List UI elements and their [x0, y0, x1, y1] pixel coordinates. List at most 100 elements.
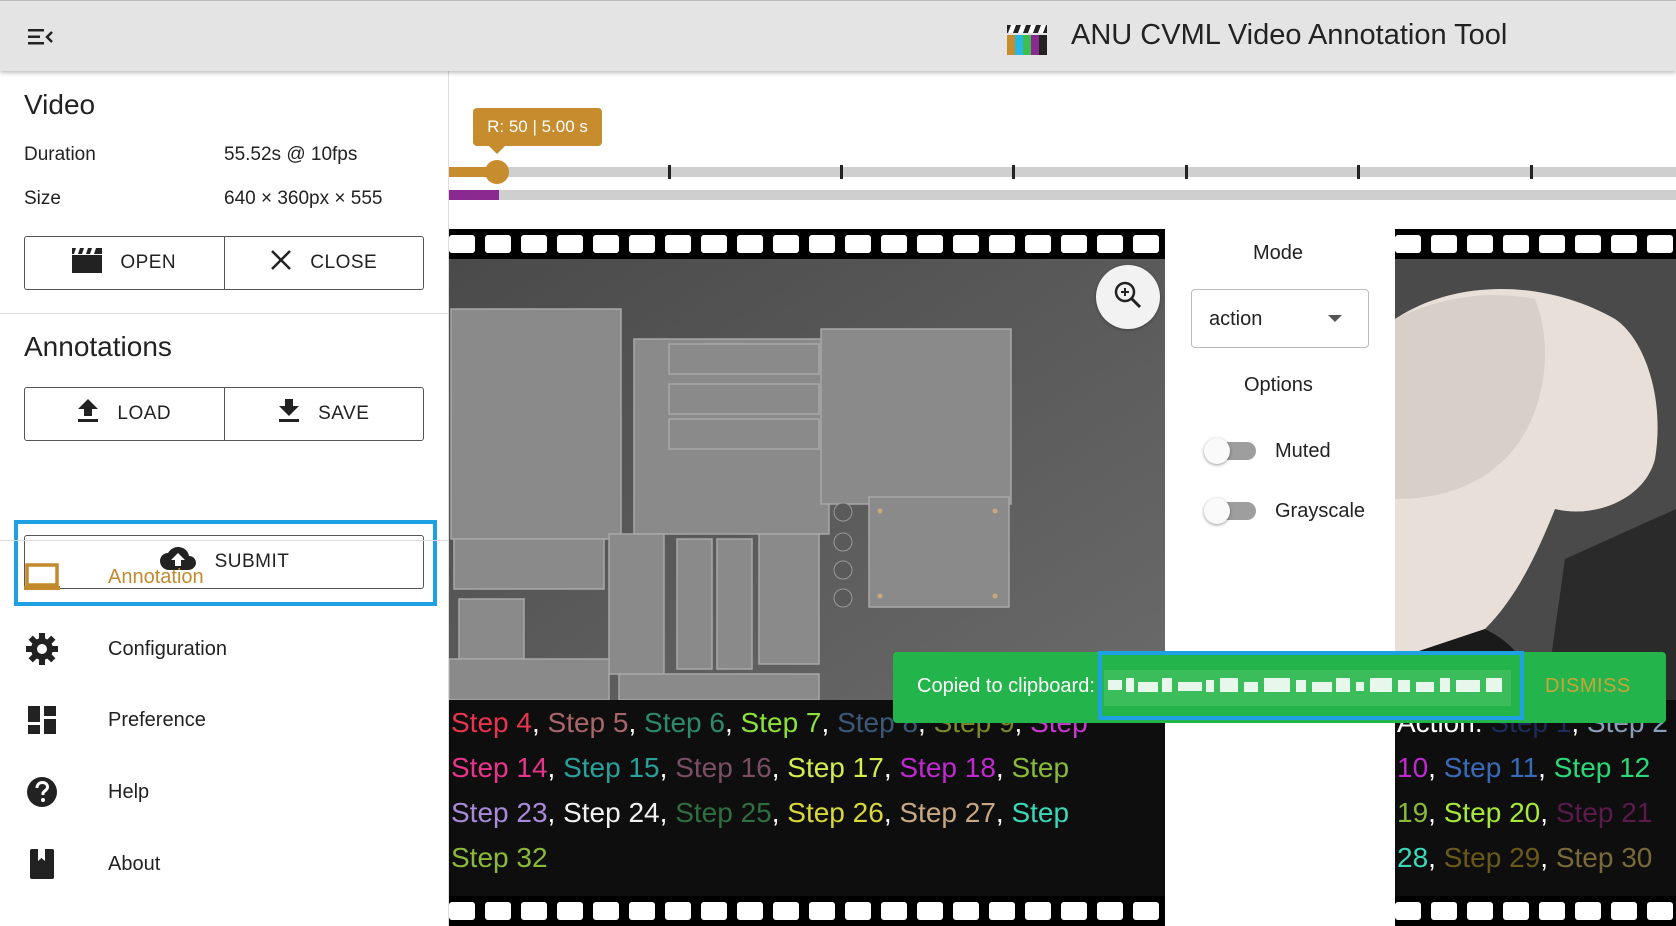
snackbar-message: Copied to clipboard:: [917, 675, 1095, 697]
sprocket-hole: [737, 902, 763, 920]
video-frame-image: [1395, 259, 1676, 700]
annotation-line: 19, Step 20, Step 21: [1397, 790, 1676, 835]
sprocket-hole: [1133, 902, 1159, 920]
timeline-tick: [1357, 165, 1360, 179]
clipboard-highlight-box: [1098, 651, 1524, 720]
sprocket-hole: [1097, 902, 1123, 920]
annotation-segment: Step 21: [1555, 797, 1653, 828]
annotation-line: Step 23, Step 24, Step 25, Step 26, Step…: [451, 790, 1165, 835]
sprocket-hole: [845, 902, 871, 920]
timeline-slider-thumb[interactable]: [485, 160, 509, 184]
toggle-knob: [1204, 438, 1230, 464]
menu-collapse-icon[interactable]: [24, 23, 56, 51]
annotation-progress-fill: [449, 190, 499, 200]
muted-toggle[interactable]: [1204, 436, 1256, 464]
sprocket-hole: [1503, 235, 1529, 253]
save-label: SAVE: [318, 403, 370, 424]
nav-item-about[interactable]: About: [0, 832, 449, 896]
sprocket-hole: [809, 235, 835, 253]
nav-item-preference[interactable]: Preference: [0, 688, 449, 752]
sprocket-hole: [1395, 235, 1421, 253]
close-button[interactable]: CLOSE: [223, 237, 424, 289]
annotation-segment: Step 17: [787, 752, 884, 783]
timeline-track[interactable]: [449, 167, 1676, 177]
annotation-segment: ,: [1540, 797, 1556, 828]
sprocket-hole: [773, 235, 799, 253]
toggle-knob: [1204, 498, 1230, 524]
sprocket-hole: [1061, 902, 1087, 920]
load-button[interactable]: LOAD: [25, 388, 224, 440]
sprocket-hole: [1431, 235, 1457, 253]
annotation-steps-text: Step 4, Step 5, Step 6, Step 7, Step 8, …: [449, 700, 1165, 896]
video-button-group: OPEN CLOSE: [24, 236, 424, 290]
annotation-line: 28, Step 29, Step 30: [1397, 835, 1676, 880]
sprocket-hole: [953, 902, 979, 920]
annotation-line: Step 32: [451, 835, 1165, 880]
sprocket-hole: [665, 235, 691, 253]
close-label: CLOSE: [310, 252, 378, 273]
upload-icon: [77, 399, 99, 429]
annotation-segment: ,: [628, 707, 645, 738]
close-icon: [270, 249, 292, 277]
annotation-segment: ,: [771, 797, 788, 828]
sprocket-hole: [557, 902, 583, 920]
annotation-segment: Step 12: [1553, 752, 1651, 783]
annotation-line: 10, Step 11, Step 12: [1397, 745, 1676, 790]
sprocket-hole: [737, 235, 763, 253]
sprocket-hole: [1025, 235, 1051, 253]
annotation-segment: ,: [1540, 842, 1556, 873]
sprocket-hole: [1647, 902, 1673, 920]
duration-label: Duration: [24, 144, 96, 165]
left-video-frame: Step 4, Step 5, Step 6, Step 7, Step 8, …: [449, 229, 1165, 926]
annotation-segment: ,: [771, 752, 788, 783]
clapperboard-logo-icon: [1007, 23, 1047, 55]
duration-value: 55.52s @ 10fps: [224, 144, 358, 165]
timeline-tick: [840, 165, 843, 179]
annotation-segment: Step 5: [547, 707, 629, 738]
annotation-segment: Step 30: [1555, 842, 1653, 873]
timeline-tick: [1012, 165, 1015, 179]
zoom-in-button[interactable]: [1096, 265, 1160, 329]
sprocket-hole: [701, 235, 727, 253]
nav-item-annotation[interactable]: Annotation: [0, 545, 449, 609]
annotations-button-group: LOAD SAVE: [24, 387, 424, 441]
size-label: Size: [24, 188, 61, 209]
annotation-segment: ,: [1428, 752, 1444, 783]
nav-item-help[interactable]: Help: [0, 760, 449, 824]
film-sprockets-top: [449, 229, 1165, 259]
timeline-tick: [1530, 165, 1533, 179]
sprocket-hole: [449, 902, 475, 920]
sprocket-hole: [773, 902, 799, 920]
annotation-segment: Step 7: [740, 707, 822, 738]
save-button[interactable]: SAVE: [223, 388, 424, 440]
app-bar: ANU CVML Video Annotation Tool: [0, 0, 1676, 71]
annotation-segment: ,: [659, 752, 676, 783]
annotation-segment: ,: [531, 707, 548, 738]
nav-item-configuration[interactable]: Configuration: [0, 617, 449, 681]
annotation-segment: Step 32: [451, 842, 548, 873]
sidebar: Video Duration 55.52s @ 10fps Size 640 ×…: [0, 71, 449, 926]
sprocket-hole: [809, 902, 835, 920]
annotation-segment: Step 15: [563, 752, 660, 783]
sprocket-hole: [1025, 902, 1051, 920]
mode-select[interactable]: action: [1191, 289, 1369, 348]
dismiss-button[interactable]: DISMISS: [1545, 675, 1631, 698]
options-label: Options: [1244, 374, 1313, 396]
sprocket-hole: [1575, 235, 1601, 253]
annotation-progress-track: [449, 190, 1676, 200]
video-frame-image: [449, 259, 1165, 701]
sprocket-hole: [629, 235, 655, 253]
annotation-segment: 19: [1397, 797, 1429, 828]
grayscale-toggle[interactable]: [1204, 496, 1256, 524]
sprocket-hole: [485, 235, 511, 253]
annotations-section-title: Annotations: [24, 331, 172, 362]
sprocket-hole: [521, 235, 547, 253]
app-title: ANU CVML Video Annotation Tool: [1071, 19, 1508, 51]
sprocket-hole: [665, 902, 691, 920]
annotation-segment: ,: [1428, 842, 1444, 873]
sprocket-hole: [593, 902, 619, 920]
open-button[interactable]: OPEN: [25, 237, 224, 289]
divider: [0, 313, 449, 314]
film-sprockets-top: [1395, 229, 1676, 259]
muted-label: Muted: [1275, 440, 1331, 462]
